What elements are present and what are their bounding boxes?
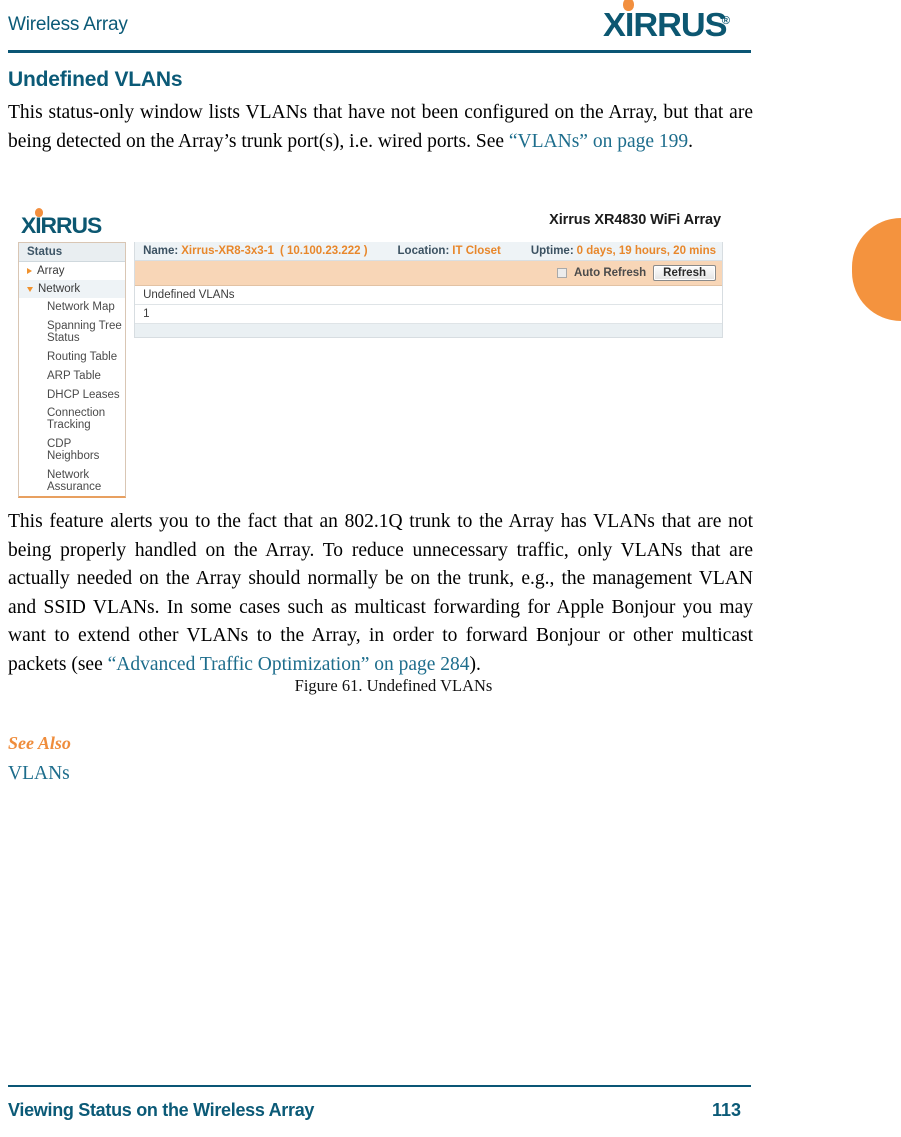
refresh-button[interactable]: Refresh [653, 265, 716, 281]
sidebar-item-cdp-neighbors[interactable]: CDP Neighbors [19, 435, 125, 466]
wmi-sidebar: Status Array Network Network Map Spannin… [18, 242, 127, 499]
sidebar-title-status: Status [19, 243, 126, 262]
sidebar-item-network-map[interactable]: Network Map [19, 298, 125, 317]
vlans-page-link[interactable]: “VLANs” on page 199 [509, 131, 688, 152]
xirrus-logo-text: XIRRUS [603, 6, 727, 43]
column-header-undefined-vlans: Undefined VLANs [135, 286, 722, 305]
document-page: Wireless Array XIRRUS® Undefined VLANs T… [0, 0, 901, 1137]
wmi-xirrus-wordmark: XIRRUS [21, 208, 102, 238]
table-row: 1 [135, 304, 722, 324]
sidebar-group-network[interactable]: Network [19, 280, 126, 298]
wmi-xirrus-logo-text: XIRRUS [21, 213, 102, 238]
undefined-vlans-table: Undefined VLANs 1 [135, 286, 722, 324]
wmi-body: Status Array Network Network Map Spannin… [18, 242, 723, 499]
header-divider [8, 50, 751, 53]
sidebar-item-network-assurance[interactable]: Network Assurance [19, 465, 125, 496]
figure-screenshot: XIRRUS Xirrus XR4830 WiFi Array Status A… [18, 206, 723, 695]
table-header-row: Undefined VLANs [135, 286, 722, 305]
chevron-down-icon [27, 286, 33, 292]
intro-paragraph: This status-only window lists VLANs that… [8, 99, 753, 156]
infobar-ip-value: ( 10.100.23.222 ) [279, 245, 368, 257]
infobar-name-value: Xirrus-XR8-3x3-1 [181, 245, 274, 257]
footer-divider [8, 1085, 751, 1087]
infobar-location-value: IT Closet [452, 245, 501, 257]
page-title: Undefined VLANs [8, 68, 183, 91]
wmi-topbar: XIRRUS Xirrus XR4830 WiFi Array [18, 206, 723, 242]
footer-section-title: Viewing Status on the Wireless Array [8, 1100, 315, 1120]
infobar-uptime-value: 0 days, 19 hours, 20 mins [576, 245, 716, 257]
see-also-heading: See Also [8, 733, 71, 753]
advanced-traffic-optimization-link[interactable]: “Advanced Traffic Optimization” on page … [108, 654, 470, 675]
wmi-actionbar: Auto Refresh Refresh [135, 261, 722, 286]
sidebar-item-arp-table[interactable]: ARP Table [19, 366, 125, 385]
xirrus-logo: XIRRUS® [603, 0, 758, 44]
sidebar-item-connection-tracking[interactable]: Connection Tracking [19, 404, 125, 435]
figure-caption: Figure 61. Undefined VLANs [294, 676, 493, 695]
table-footer-strip [135, 324, 722, 337]
infobar-location-label: Location: [397, 245, 450, 257]
wmi-device-title: Xirrus XR4830 WiFi Array [549, 212, 721, 228]
feature-paragraph-text-2: ). [469, 653, 481, 675]
running-header-title: Wireless Array [8, 14, 128, 35]
sidebar-item-dhcp-leases[interactable]: DHCP Leases [19, 385, 125, 404]
sidebar-item-spanning-tree-status[interactable]: Spanning Tree Status [19, 317, 125, 348]
intro-paragraph-text-2: . [688, 130, 694, 152]
footer-page-number: 113 [712, 1100, 742, 1120]
wmi-xirrus-logo: XIRRUS [21, 208, 102, 238]
feature-paragraph-text-1: This feature alerts you to the fact that… [8, 511, 753, 675]
auto-refresh-label: Auto Refresh [573, 267, 647, 279]
wmi-main-pane: Name: Xirrus-XR8-3x3-1 ( 10.100.23.222 )… [134, 242, 723, 338]
sidebar-item-routing-table[interactable]: Routing Table [19, 348, 125, 367]
cell-undefined-vlan-id: 1 [135, 304, 722, 324]
wmi-infobar: Name: Xirrus-XR8-3x3-1 ( 10.100.23.222 )… [135, 242, 722, 261]
see-also-vlans-link[interactable]: VLANs [8, 763, 70, 785]
auto-refresh-checkbox[interactable] [556, 268, 567, 278]
page-edge-thumb-tab [852, 218, 901, 321]
sidebar-group-array[interactable]: Array [19, 262, 125, 280]
xirrus-wordmark: XIRRUS® [603, 0, 730, 43]
infobar-uptime-label: Uptime: [530, 245, 574, 257]
chevron-right-icon [27, 268, 32, 274]
sidebar-group-array-label: Array [37, 265, 65, 277]
infobar-name-label: Name: [143, 245, 179, 257]
feature-paragraph: This feature alerts you to the fact that… [8, 508, 753, 679]
sidebar-group-network-label: Network [38, 283, 81, 295]
